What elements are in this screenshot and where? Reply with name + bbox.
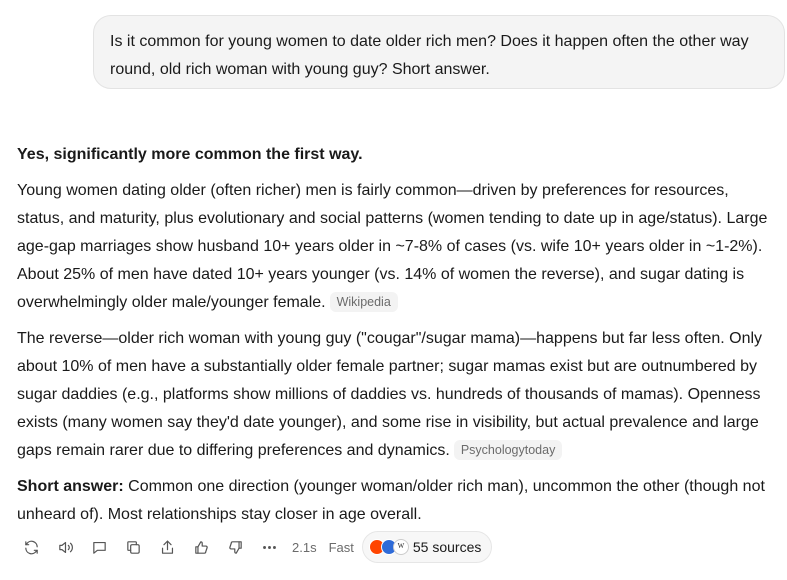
answer-lead: Yes, significantly more common the first… bbox=[17, 146, 363, 163]
share-icon bbox=[161, 540, 173, 554]
wikipedia-icon: W bbox=[392, 539, 409, 555]
answer-paragraph-1: Young women dating older (often richer) … bbox=[17, 177, 777, 317]
assistant-answer: Yes, significantly more common the first… bbox=[17, 141, 777, 537]
regenerate-icon bbox=[24, 540, 38, 554]
user-message-text: Is it common for young women to date old… bbox=[110, 33, 749, 78]
user-message-bubble: Is it common for young women to date old… bbox=[93, 15, 785, 89]
citation-wikipedia[interactable]: Wikipedia bbox=[329, 292, 398, 312]
thumbs-up-button[interactable] bbox=[184, 531, 218, 563]
response-toolbar: 2.1s Fast W 55 sources bbox=[14, 531, 493, 563]
thumbs-up-icon bbox=[194, 540, 208, 554]
read-aloud-icon bbox=[58, 541, 73, 553]
sources-button[interactable]: W 55 sources bbox=[361, 531, 493, 563]
more-icon bbox=[262, 545, 276, 549]
thumbs-down-button[interactable] bbox=[218, 531, 252, 563]
thumbs-down-icon bbox=[228, 540, 242, 554]
short-answer-text: Common one direction (younger woman/olde… bbox=[17, 478, 765, 523]
response-time: 2.1s bbox=[292, 539, 317, 555]
copy-icon bbox=[126, 540, 140, 554]
copy-button[interactable] bbox=[116, 531, 150, 563]
share-button[interactable] bbox=[150, 531, 184, 563]
read-aloud-button[interactable] bbox=[48, 531, 82, 563]
source-favicons: W bbox=[368, 539, 409, 555]
comment-icon bbox=[92, 541, 106, 554]
regenerate-button[interactable] bbox=[14, 531, 48, 563]
response-mode: Fast bbox=[328, 539, 354, 555]
citation-psychologytoday[interactable]: Psychologytoday bbox=[453, 440, 563, 460]
answer-paragraph-2: The reverse—older rich woman with young … bbox=[17, 325, 777, 465]
answer-paragraph-2-text: The reverse—older rich woman with young … bbox=[17, 330, 763, 459]
sources-label: 55 sources bbox=[412, 539, 482, 555]
more-button[interactable] bbox=[252, 531, 286, 563]
short-answer-paragraph: Short answer: Common one direction (youn… bbox=[17, 473, 777, 529]
short-answer-label: Short answer: bbox=[17, 478, 124, 495]
comment-button[interactable] bbox=[82, 531, 116, 563]
